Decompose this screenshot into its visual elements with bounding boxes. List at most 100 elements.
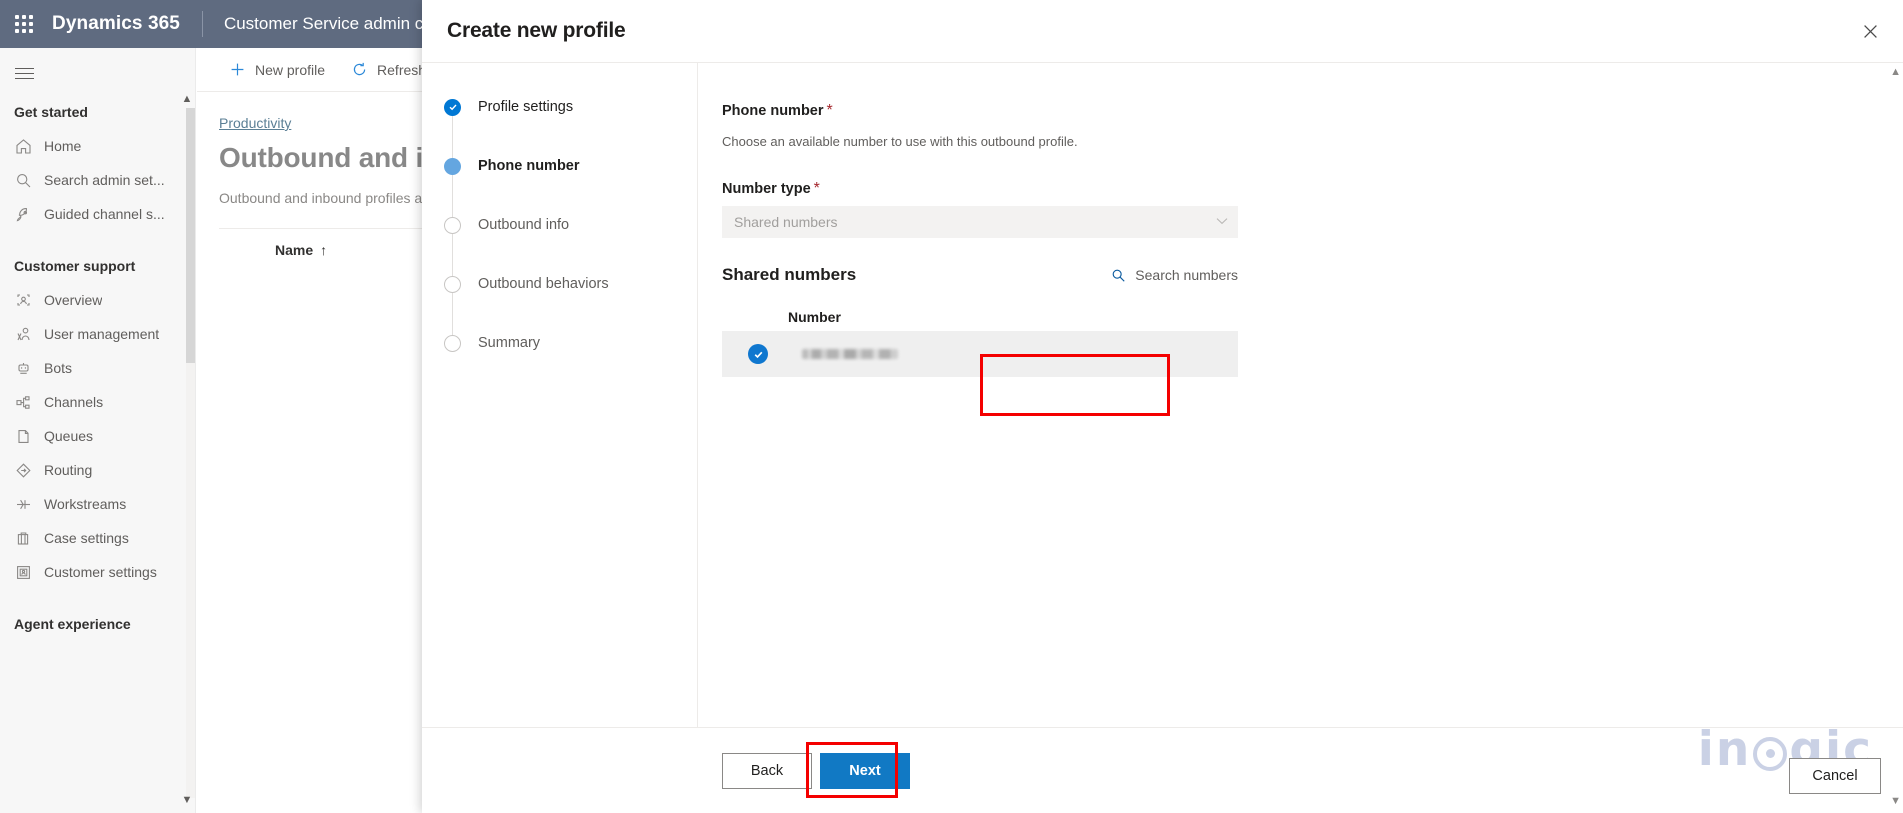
case-icon — [14, 529, 32, 547]
table-column-header-number: Number — [788, 309, 841, 325]
wizard-step-phone-number[interactable]: Phone number — [422, 152, 697, 180]
check-circle-icon — [444, 98, 461, 116]
people-icon — [14, 325, 32, 343]
left-navigation: Get started Home Search admin set... Gui… — [0, 48, 196, 813]
wizard-steps: Profile settings Phone number Outbound i… — [422, 63, 697, 727]
sidebar-item-routing[interactable]: Routing — [0, 453, 195, 487]
chevron-up-icon[interactable]: ▲ — [179, 90, 195, 108]
sidebar-item-overview[interactable]: Overview — [0, 283, 195, 317]
sidebar-item-case-settings[interactable]: Case settings — [0, 521, 195, 555]
routing-icon — [14, 461, 32, 479]
dialog-body: Profile settings Phone number Outbound i… — [422, 62, 1903, 727]
create-new-profile-dialog: Create new profile Profile settings Phon… — [422, 0, 1903, 813]
search-icon — [14, 171, 32, 189]
waffle-grid-icon[interactable] — [0, 0, 48, 48]
queues-icon — [14, 427, 32, 445]
check-circle-icon[interactable] — [748, 344, 768, 364]
grid-column-label: Name — [275, 241, 314, 258]
empty-step-dot-icon — [444, 334, 461, 352]
phone-number-help-text: Choose an available number to use with t… — [722, 134, 1078, 149]
rocket-icon — [14, 205, 32, 223]
sidebar-item-search-admin-settings[interactable]: Search admin set... — [0, 163, 195, 197]
table-row[interactable] — [722, 331, 1238, 377]
wizard-step-profile-settings[interactable]: Profile settings — [422, 93, 697, 121]
dialog-title: Create new profile — [447, 19, 626, 42]
sidebar-item-bots[interactable]: Bots — [0, 351, 195, 385]
nav-group-title-customer-support: Customer support — [14, 258, 136, 274]
required-asterisk: * — [826, 102, 833, 119]
bot-icon — [14, 359, 32, 377]
refresh-icon — [351, 61, 368, 78]
sidebar-item-workstreams[interactable]: Workstreams — [0, 487, 195, 521]
chevron-down-icon[interactable]: ▼ — [179, 791, 195, 809]
empty-step-dot-icon — [444, 275, 461, 293]
wizard-step-outbound-info[interactable]: Outbound info — [422, 211, 697, 239]
nav-group-title-agent-experience: Agent experience — [14, 616, 131, 632]
sidebar-item-home[interactable]: Home — [0, 129, 195, 163]
search-numbers-button[interactable]: Search numbers — [1111, 267, 1238, 283]
wizard-step-label: Profile settings — [478, 99, 574, 115]
search-icon — [1111, 268, 1126, 283]
back-button[interactable]: Back — [722, 752, 812, 789]
dialog-header: Create new profile — [422, 0, 1903, 62]
app-root: Dynamics 365 Customer Service admin cent… — [0, 0, 1903, 813]
new-profile-button[interactable]: New profile — [219, 48, 335, 92]
hamburger-icon[interactable] — [0, 51, 48, 95]
nav-scrollbar-thumb[interactable] — [186, 108, 195, 363]
sidebar-item-label: Customer settings — [44, 564, 157, 580]
number-type-value: Shared numbers — [734, 214, 838, 230]
search-numbers-label: Search numbers — [1135, 267, 1238, 283]
wizard-step-label: Phone number — [478, 158, 580, 174]
sidebar-item-customer-settings[interactable]: Customer settings — [0, 555, 195, 589]
sidebar-item-label: Overview — [44, 292, 103, 308]
number-type-dropdown[interactable]: Shared numbers — [722, 206, 1238, 238]
sidebar-item-guided-channel-setup[interactable]: Guided channel s... — [0, 197, 195, 231]
sidebar-item-label: Guided channel s... — [44, 206, 165, 222]
cancel-button[interactable]: Cancel — [1789, 758, 1881, 794]
brand-label[interactable]: Dynamics 365 — [52, 13, 180, 35]
shared-numbers-section-header: Shared numbers Search numbers — [722, 265, 1238, 285]
sort-ascending-icon: ↑ — [320, 241, 328, 258]
customer-icon — [14, 563, 32, 581]
sidebar-item-queues[interactable]: Queues — [0, 419, 195, 453]
home-icon — [14, 137, 32, 155]
next-button[interactable]: Next — [820, 752, 910, 789]
wizard-step-label: Summary — [478, 335, 541, 351]
workstreams-icon — [14, 495, 32, 513]
wizard-step-summary[interactable]: Summary — [422, 329, 697, 357]
dialog-footer: Back Next — [422, 727, 1903, 813]
overview-icon — [14, 291, 32, 309]
number-type-label: Number type * — [722, 180, 1903, 198]
shared-numbers-heading: Shared numbers — [722, 265, 857, 284]
channels-icon — [14, 393, 32, 411]
dialog-form-panel: Phone number * Choose an available number… — [697, 63, 1903, 727]
wizard-step-label: Outbound behaviors — [478, 276, 609, 292]
close-icon[interactable] — [1853, 14, 1887, 48]
phone-number-field-label: Phone number * — [722, 102, 1903, 120]
wizard-step-label: Outbound info — [478, 217, 570, 233]
sidebar-item-label: Queues — [44, 428, 94, 444]
sidebar-item-label: Home — [44, 138, 82, 154]
new-profile-label: New profile — [255, 61, 326, 78]
nav-group-title-get-started: Get started — [14, 104, 88, 120]
chevron-down-icon — [1216, 216, 1228, 228]
chevron-up-icon[interactable]: ▲ — [1890, 66, 1901, 78]
sidebar-item-label: Routing — [44, 462, 93, 478]
breadcrumb[interactable]: Productivity — [219, 115, 291, 131]
plus-icon — [229, 61, 246, 78]
refresh-label: Refresh — [377, 61, 427, 78]
sidebar-item-user-management[interactable]: User management — [0, 317, 195, 351]
sidebar-item-label: User management — [44, 326, 160, 342]
phone-number-label-text: Phone number — [722, 103, 824, 119]
chevron-down-icon[interactable]: ▼ — [1890, 795, 1901, 807]
empty-step-dot-icon — [444, 216, 461, 234]
current-step-dot-icon — [444, 157, 461, 175]
topbar-divider — [201, 11, 203, 37]
number-type-field: Number type * Shared numbers — [722, 180, 1903, 238]
sidebar-item-channels[interactable]: Channels — [0, 385, 195, 419]
sidebar-item-label: Search admin set... — [44, 172, 165, 188]
required-asterisk: * — [813, 180, 820, 197]
phone-number-value-redacted — [802, 349, 898, 359]
number-type-label-text: Number type — [722, 181, 811, 197]
wizard-step-outbound-behaviors[interactable]: Outbound behaviors — [422, 270, 697, 298]
